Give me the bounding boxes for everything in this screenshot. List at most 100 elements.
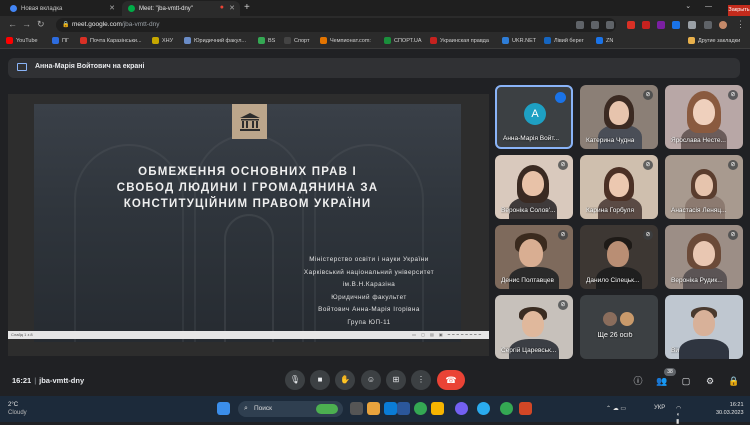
profile-avatar[interactable] [719,21,727,29]
chrome-icon[interactable] [500,402,513,415]
participant-name: Вероніка Рудик... [671,277,723,284]
viber-icon[interactable] [455,402,468,415]
chat-icon[interactable]: ▢ [680,375,692,387]
bookmark-label: Украинская правда [440,37,489,44]
bookmark-label: Чемпионат.com: [330,37,371,44]
participant-tile[interactable]: ⊘ Данило Сілецьк... [580,225,658,289]
bookmark-item[interactable]: СПОРТ.UA [384,37,422,44]
tab-new-tab[interactable]: Новая вкладка ✕ [4,1,120,16]
windows-start-icon[interactable] [217,402,230,415]
bookmark-item[interactable]: ХНУ [152,37,173,44]
new-tab-button[interactable]: + [244,2,250,13]
weather-widget[interactable]: 2°C Cloudy [8,401,27,417]
participant-name: Вероніка Солов'... [501,207,556,214]
more-options-button[interactable]: ⋮ [411,370,431,390]
slide-title-line: СВОБОД ЛЮДИНИ І ГРОМАДЯНИНА ЗА [116,182,379,194]
telegram-icon[interactable] [477,402,490,415]
bookmark-item[interactable]: UKR.NET [502,37,536,44]
language-indicator: УКР [654,405,666,411]
camera-icon[interactable] [576,21,584,29]
lock-icon[interactable]: 🔒 [728,375,740,387]
bookmark-item[interactable]: ZN [596,37,613,44]
other-bookmarks[interactable]: Другие закладки [688,37,740,44]
menu-dots-icon[interactable]: ⋮ [736,19,745,30]
participant-tile[interactable]: ⊘ Денис Полтавцев [495,225,573,289]
wifi-icon: ◠ ◖ ▮ [676,406,682,425]
adblock-icon[interactable] [642,21,650,29]
bookmark-item[interactable]: YouTube [6,37,38,44]
participant-tile[interactable]: ⊘ Вероніка Рудик... [665,225,743,289]
camera-button[interactable]: ■ [310,370,330,390]
system-tray[interactable]: ⌃ ☁ ▭ УКР ◠ ◖ ▮ [606,405,681,425]
participant-tile[interactable]: А Анна-Марія Войт... [495,85,573,149]
more-participants-tile[interactable]: Ще 26 осіб [580,295,658,359]
reactions-button[interactable]: ☺ [361,370,381,390]
taskbar-search[interactable]: ⌕ Поиск [238,401,343,417]
participant-tile[interactable]: Ви [665,295,743,359]
url-field[interactable]: 🔒 meet.google.com/jba-vmtt-dny [56,18,616,32]
bookmark-label: Другие закладки [698,37,741,44]
present-button[interactable]: ⊞ [386,370,406,390]
participant-name: Карина Горбуля [586,207,634,214]
participant-name: Данило Сілецьк... [586,277,640,284]
bookmark-label: Юридичний факул... [194,37,247,44]
activities-icon[interactable]: ⚙ [704,375,716,387]
puzzle-icon[interactable] [688,21,696,29]
taskbar-clock[interactable]: 16:21 30.03.2023 [716,401,744,417]
meeting-controls: 16:21 | jba-vmtt-dny 🎙 ■ ✋ ☺ ⊞ ⋮ ☎ ⓘ 👥 38 … [0,368,750,396]
slide-info-line: ім.В.Н.Каразіна [342,281,396,288]
bookmark-item[interactable]: Юридичний факул... [184,37,246,44]
participant-tile[interactable]: ⊘ Анастасія Леняц... [665,155,743,219]
lock-icon: 🔒 [62,22,70,28]
forward-icon[interactable]: → [22,19,31,29]
tab-meet[interactable]: Meet: "jba-vmtt-dny" ● ✕ [122,1,240,16]
star-icon[interactable] [606,21,614,29]
mic-off-icon: ⊘ [643,230,653,240]
bookmark-item[interactable]: Украинская правда [430,37,489,44]
microphone-button[interactable]: 🎙 [285,370,305,390]
bookmark-item[interactable]: ПГ [52,37,69,44]
close-tab-icon[interactable]: ✕ [109,4,115,12]
extension-icon[interactable] [657,21,665,29]
notes-icon[interactable] [431,402,444,415]
bookmark-item[interactable]: Чемпионат.com: [320,37,371,44]
search-placeholder: Поиск [254,405,273,412]
info-icon[interactable]: ⓘ [632,375,644,387]
store-icon[interactable] [384,402,397,415]
mic-off-icon: ⊘ [728,230,738,240]
bookmark-item[interactable]: Лівий берег [544,37,584,44]
participant-tile[interactable]: ⊘ Катерина Чудна [580,85,658,149]
present-screen-icon [17,63,27,71]
shared-screen[interactable]: ОБМЕЖЕННЯ ОСНОВНИХ ПРАВ І СВОБОД ЛЮДИНИ … [8,94,489,356]
bookmark-item[interactable]: BS [258,37,275,44]
presenting-banner: Анна-Марія Войтович на екрані [8,58,740,78]
reload-icon[interactable]: ↻ [37,19,45,30]
window-controls[interactable]: ⌄ — [685,2,718,10]
leave-call-button[interactable]: ☎ [437,370,465,390]
extension-icon[interactable] [672,21,680,29]
sidebar-icon[interactable] [704,21,712,29]
participant-tile[interactable]: ⊘ Карина Горбуля [580,155,658,219]
word-icon[interactable] [397,402,410,415]
slide-view-controls[interactable]: ▭ ▢ ▤ ▣ ━━━━━━━━ [412,332,483,337]
participant-tile[interactable]: ⊘ Сергій Царевськ... [495,295,573,359]
share-icon[interactable] [591,21,599,29]
back-icon[interactable]: ← [8,19,17,29]
people-icon[interactable]: 👥 [656,375,668,387]
bookmark-item[interactable]: Почта Каразінськи... [80,37,142,44]
file-explorer-icon[interactable] [367,402,380,415]
task-view-icon[interactable] [350,402,363,415]
chrome-icon [10,5,17,12]
extension-icon[interactable] [627,21,635,29]
hang-up-icon: ☎ [445,375,457,385]
university-logo [232,104,267,139]
bookmarks-bar: YouTube ПГ Почта Каразінськи... ХНУ Юрид… [0,34,750,49]
raise-hand-button[interactable]: ✋ [335,370,355,390]
participant-tile[interactable]: ⊘ Вероніка Солов'... [495,155,573,219]
bookmark-item[interactable]: Спорт [284,37,309,44]
close-window-button[interactable]: Закрыть [728,5,750,16]
chrome-icon[interactable] [414,402,427,415]
powerpoint-icon[interactable] [519,402,532,415]
participant-tile[interactable]: ⊘ Ярослава Несте... [665,85,743,149]
close-tab-icon[interactable]: ✕ [229,4,235,12]
